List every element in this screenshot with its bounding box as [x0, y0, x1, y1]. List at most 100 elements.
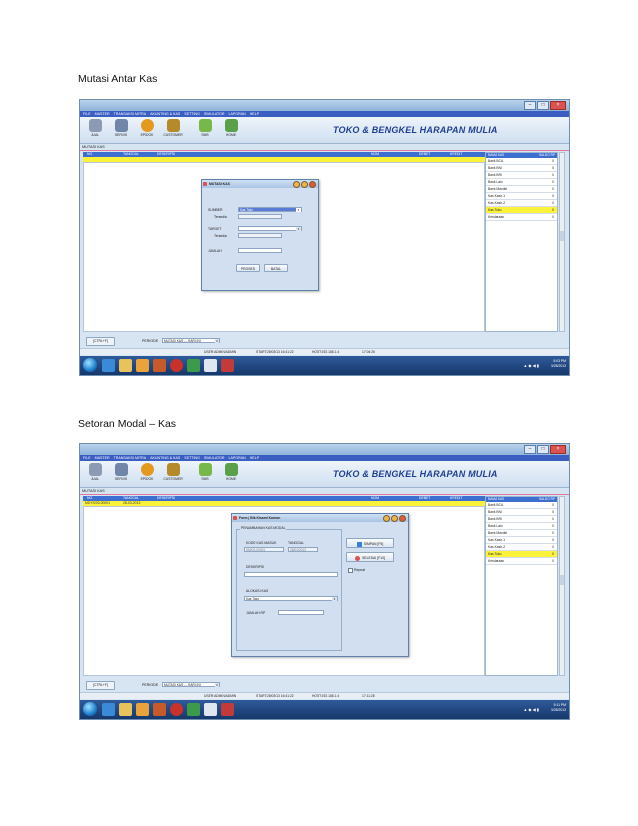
minimize-icon[interactable]: [293, 181, 300, 188]
kas-name: Bank BCA: [488, 159, 504, 163]
toolbar-sms-button[interactable]: SMS: [194, 463, 216, 485]
ie-icon[interactable]: [102, 703, 115, 716]
deskripsi-input[interactable]: [244, 572, 338, 577]
close-icon[interactable]: [309, 181, 316, 188]
toolbar-epidok-button[interactable]: EPIDOK: [136, 119, 158, 141]
kas-saldo: 0: [552, 215, 554, 219]
sumber-select[interactable]: Kas Toko ▾: [238, 207, 302, 212]
scrollbar[interactable]: [559, 496, 565, 676]
start-icon[interactable]: [83, 702, 97, 716]
app-taskbar-icon[interactable]: [187, 359, 200, 372]
ctrl-f-button[interactable]: [CTRL+F]: [86, 681, 115, 690]
maximize-icon[interactable]: [301, 181, 308, 188]
maximize-icon[interactable]: □: [537, 445, 549, 454]
repeat-checkbox[interactable]: [348, 568, 353, 573]
document-icon[interactable]: [204, 359, 217, 372]
close-icon[interactable]: [399, 515, 406, 522]
minimize-icon[interactable]: –: [524, 445, 536, 454]
jumlah-label: JUMLAH: [208, 249, 222, 253]
firefox-icon[interactable]: [153, 703, 166, 716]
minimize-icon[interactable]: [383, 515, 390, 522]
list-item[interactable]: Bank BRI 0: [486, 516, 557, 523]
dialog-title: Form | Blk Kisami Kumon: [239, 516, 281, 520]
tray-icons[interactable]: ▲ ◆ ◀ ▮: [523, 363, 539, 368]
list-item[interactable]: Kas Kasir-2 0: [486, 200, 557, 207]
toolbar-home-button[interactable]: HOME: [220, 119, 242, 141]
list-item[interactable]: Kendaraan 0: [486, 558, 557, 565]
close-icon[interactable]: ×: [550, 445, 566, 454]
firefox-icon[interactable]: [153, 359, 166, 372]
opera-icon[interactable]: [170, 703, 183, 716]
list-item[interactable]: Kendaraan 0: [486, 214, 557, 221]
toolbar-jual-button[interactable]: JUAL: [84, 463, 106, 485]
media-icon[interactable]: [136, 703, 149, 716]
maximize-icon[interactable]: □: [537, 101, 549, 110]
folder-icon[interactable]: [119, 359, 132, 372]
app-taskbar-icon[interactable]: [187, 703, 200, 716]
list-item-selected[interactable]: Kas Toko 0: [486, 551, 557, 558]
divider: [80, 494, 569, 495]
toolbar-servis-button[interactable]: SERVIS: [110, 119, 132, 141]
list-item-selected[interactable]: Kas Toko 0: [486, 207, 557, 214]
kas-name: Bank Mandiri: [488, 531, 508, 535]
folder-icon[interactable]: [119, 703, 132, 716]
batal-button[interactable]: BATAL: [264, 264, 288, 272]
toolbar-servis-button[interactable]: SERVIS: [110, 463, 132, 485]
opera-icon[interactable]: [170, 359, 183, 372]
list-item[interactable]: Bank BNI 0: [486, 509, 557, 516]
clock[interactable]: 5:11 PM 3/28/2013: [551, 703, 566, 713]
target-select[interactable]: ▾: [238, 226, 302, 231]
alokasi-select[interactable]: Kas Toko ▾: [244, 596, 338, 601]
list-item[interactable]: Bank BCA 0: [486, 502, 557, 509]
scrollbar-thumb[interactable]: [560, 575, 564, 585]
list-item[interactable]: Kas Kasir-1 0: [486, 537, 557, 544]
media-icon[interactable]: [136, 359, 149, 372]
maximize-icon[interactable]: [391, 515, 398, 522]
list-item[interactable]: Bank BRI 0: [486, 172, 557, 179]
jumlah-input[interactable]: [238, 248, 282, 253]
list-item[interactable]: Bank BNI 0: [486, 165, 557, 172]
scrollbar-thumb[interactable]: [560, 231, 564, 241]
tersedia-field: [238, 214, 282, 219]
toolbar-customer-button[interactable]: CUSTOMER: [162, 119, 184, 141]
minimize-icon[interactable]: –: [524, 101, 536, 110]
proses-button[interactable]: PROSES: [236, 264, 260, 272]
list-item[interactable]: Bank Lain 0: [486, 523, 557, 530]
toolbar-epidok-button[interactable]: EPIDOK: [136, 463, 158, 485]
save-icon: [356, 541, 362, 547]
toolbar-jual-button[interactable]: JUAL: [84, 119, 106, 141]
close-icon[interactable]: ×: [550, 101, 566, 110]
scrollbar[interactable]: [559, 152, 565, 332]
periode-select[interactable]: MUTASI KAS --- HARI INI ▾: [162, 338, 220, 343]
ctrl-f-button[interactable]: [CTRL+F]: [86, 337, 115, 346]
list-item[interactable]: Kas Kasir-2 0: [486, 544, 557, 551]
document-icon[interactable]: [204, 703, 217, 716]
app-running-icon[interactable]: [221, 359, 234, 372]
jumlah-input[interactable]: [278, 610, 324, 615]
list-item[interactable]: Kas Kasir-1 0: [486, 193, 557, 200]
toolbar-sms-button[interactable]: SMS: [194, 119, 216, 141]
bottom-bar: [CTRL+F] PERIODE MUTASI KAS --- HARI INI…: [80, 680, 569, 690]
cart-icon: [88, 463, 102, 476]
toolbar-customer-button[interactable]: CUSTOMER: [162, 463, 184, 485]
tray-icons[interactable]: ▲ ◆ ◀ ▮: [523, 707, 539, 712]
list-item[interactable]: Bank Lain 0: [486, 179, 557, 186]
start-icon[interactable]: [83, 358, 97, 372]
clock[interactable]: 5:03 PM 3/28/2013: [551, 359, 566, 369]
close-circle-icon: [355, 555, 361, 561]
list-item[interactable]: Bank Mandiri 0: [486, 530, 557, 537]
periode-select[interactable]: MUTASI KAS --- HARI INI ▾: [162, 682, 220, 687]
selesai-button[interactable]: SELESAI [F10]: [346, 552, 394, 562]
toolbar-label: HOME: [225, 133, 237, 137]
list-item[interactable]: Bank Mandiri 0: [486, 186, 557, 193]
toolbar-home-button[interactable]: HOME: [220, 463, 242, 485]
simpan-button[interactable]: SIMPAN [F5]: [346, 538, 394, 548]
app-running-icon[interactable]: [221, 703, 234, 716]
kas-name: Bank BRI: [488, 173, 502, 177]
ie-icon[interactable]: [102, 359, 115, 372]
jumlah-label: JUMLAH RP: [246, 611, 266, 615]
kas-name: Kas Kasir-1: [488, 194, 506, 198]
clock-date: 3/28/2013: [550, 364, 566, 368]
clock-date: 3/28/2013: [550, 708, 566, 712]
list-item[interactable]: Bank BCA 0: [486, 158, 557, 165]
